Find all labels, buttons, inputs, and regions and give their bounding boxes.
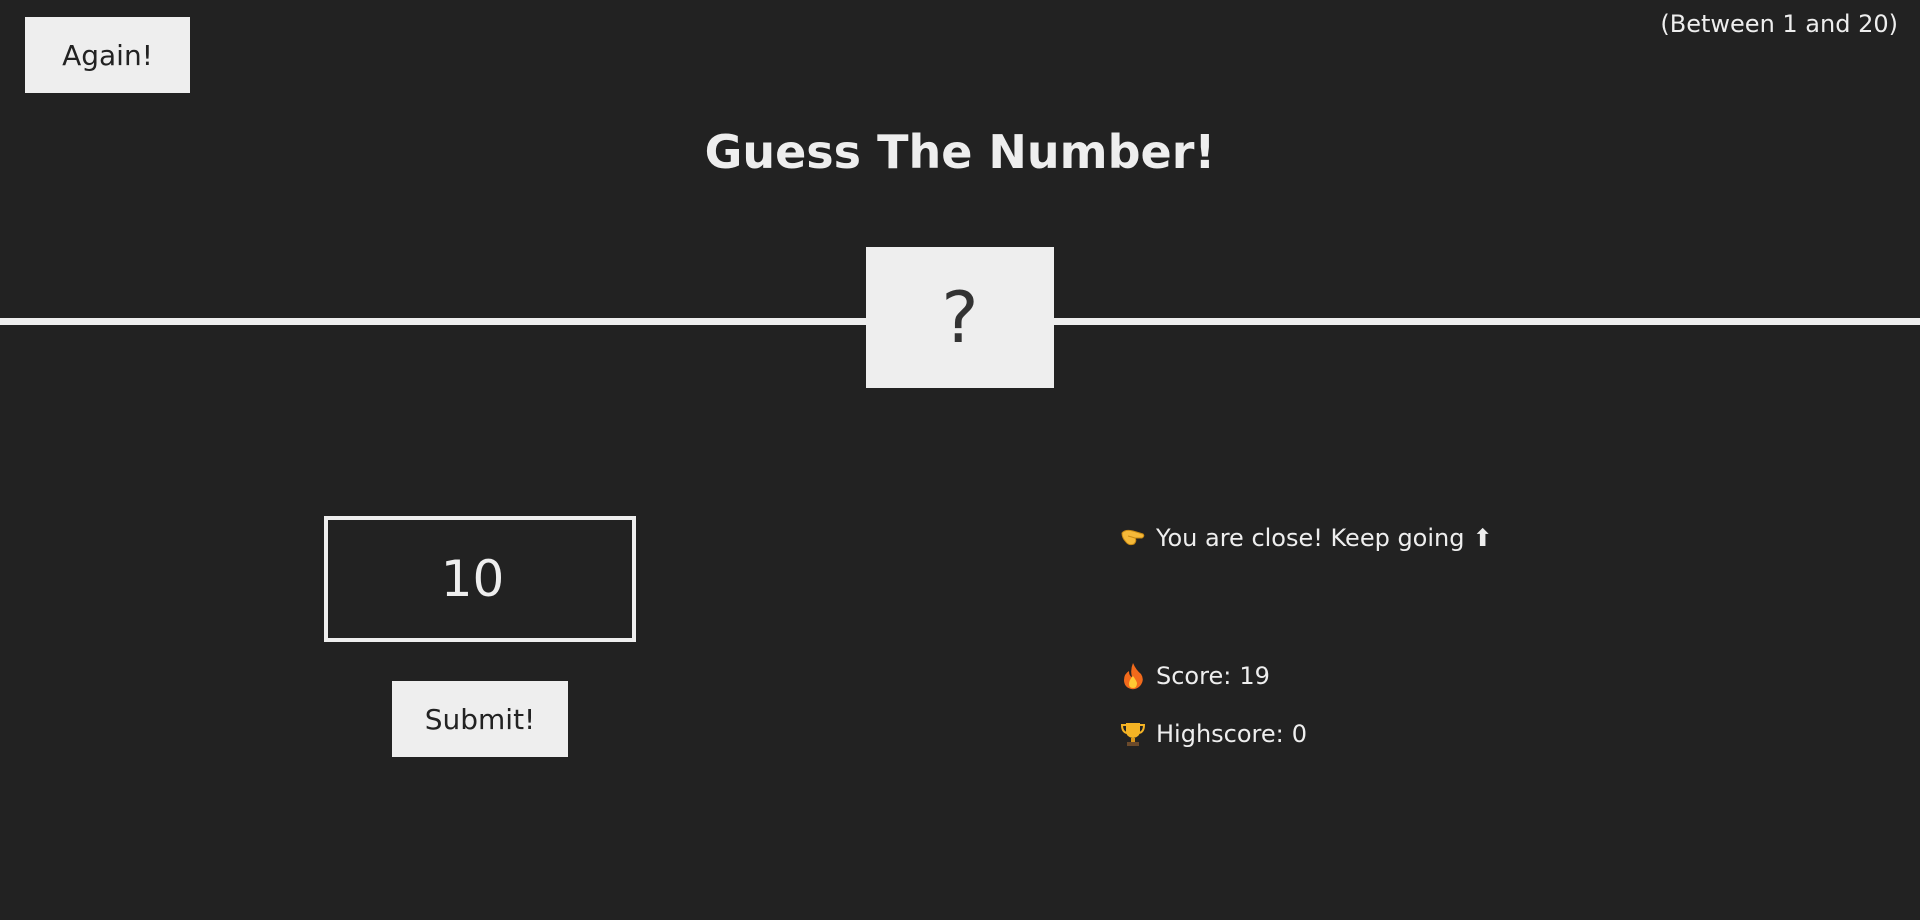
- range-hint: (Between 1 and 20): [1660, 10, 1898, 38]
- page-title: Guess The Number!: [704, 125, 1216, 179]
- pinching-hand-icon: [1118, 523, 1148, 553]
- highscore-value: 0: [1291, 720, 1308, 748]
- game-page: Again! (Between 1 and 20) Guess The Numb…: [0, 0, 1920, 920]
- secret-number: ?: [941, 276, 979, 359]
- arrow-up-icon: ⬆: [1472, 524, 1493, 552]
- trophy-icon: [1118, 719, 1148, 749]
- fire-icon: [1118, 661, 1148, 691]
- guess-input[interactable]: [324, 516, 636, 642]
- submit-button[interactable]: Submit!: [392, 681, 568, 757]
- score-display: Score: 19: [1118, 661, 1270, 691]
- highscore-label: Highscore:: [1156, 720, 1284, 748]
- feedback-message: You are close! Keep going ⬆: [1118, 523, 1493, 553]
- score-label: Score:: [1156, 662, 1232, 690]
- score-value: 19: [1239, 662, 1270, 690]
- highscore-display: Highscore: 0: [1118, 719, 1307, 749]
- again-button[interactable]: Again!: [25, 17, 190, 93]
- secret-number-box: ?: [866, 247, 1054, 388]
- feedback-text: You are close! Keep going: [1156, 524, 1465, 552]
